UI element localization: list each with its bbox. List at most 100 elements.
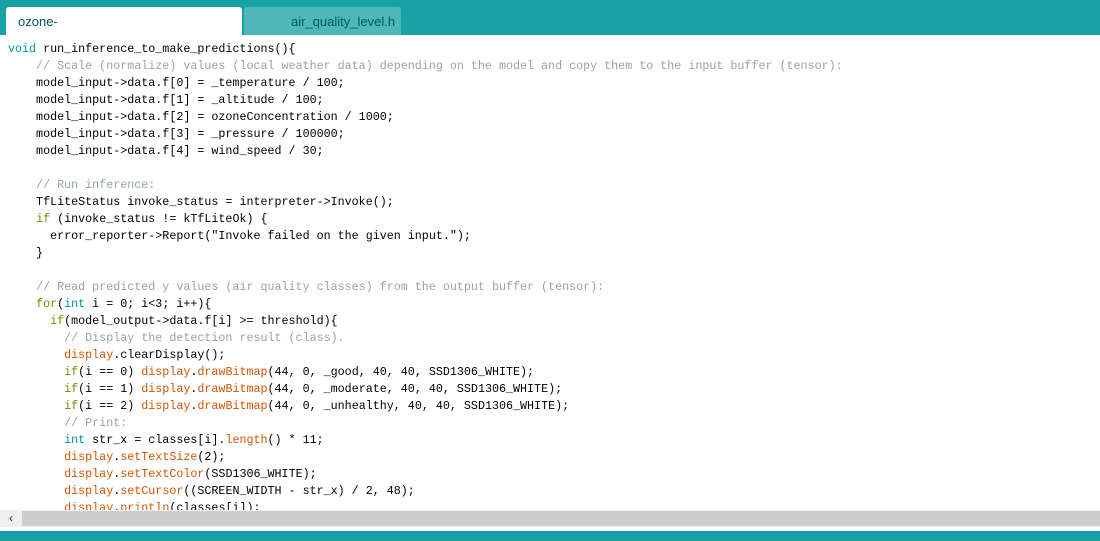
code-line: error_reporter->Report("Invoke failed on… xyxy=(8,228,843,245)
code-token: if xyxy=(50,314,65,328)
code-line: model_input->data.f[3] = _pressure / 100… xyxy=(8,126,843,143)
code-token: setCursor xyxy=(120,484,184,498)
code-token: if xyxy=(36,212,51,226)
code-token: (44, 0, _good, 40, 40, SSD1306_WHITE); xyxy=(267,365,535,379)
code-line: model_input->data.f[4] = wind_speed / 30… xyxy=(8,143,843,160)
code-token: // Scale (normalize) values (local weath… xyxy=(8,59,843,73)
status-bar xyxy=(0,531,1100,541)
code-token: (i == 0) xyxy=(78,365,142,379)
code-token: display xyxy=(141,399,191,413)
code-line: for(int i = 0; i<3; i++){ xyxy=(8,296,843,313)
code-line: model_input->data.f[0] = _temperature / … xyxy=(8,75,843,92)
code-line: display.setCursor((SCREEN_WIDTH - str_x)… xyxy=(8,483,843,500)
code-token: ((SCREEN_WIDTH - str_x) / 2, 48); xyxy=(183,484,415,498)
code-token: println xyxy=(120,501,170,510)
code-token: int xyxy=(64,297,86,311)
code-line: // Read predicted y values (air quality … xyxy=(8,279,843,296)
code-token: TfLiteStatus invoke_status = interpreter… xyxy=(8,195,394,209)
code-token: int xyxy=(64,433,86,447)
code-token: model_input->data.f[3] = _pressure / 100… xyxy=(8,127,345,141)
code-token: // Run inference: xyxy=(8,178,156,192)
code-token: display xyxy=(64,348,114,362)
code-token: (2); xyxy=(197,450,226,464)
code-line: // Display the detection result (class). xyxy=(8,330,843,347)
code-token: display xyxy=(141,365,191,379)
code-token: setTextColor xyxy=(120,467,205,481)
code-token: model_input->data.f[1] = _altitude / 100… xyxy=(8,93,324,107)
code-line: display.clearDisplay(); xyxy=(8,347,843,364)
code-token: display xyxy=(64,484,114,498)
code-token: if xyxy=(64,382,79,396)
code-token: i = 0; i<3; i++){ xyxy=(85,297,212,311)
code-token: (invoke_status != kTfLiteOk) { xyxy=(50,212,268,226)
code-token: drawBitmap xyxy=(197,399,268,413)
code-line: model_input->data.f[1] = _altitude / 100… xyxy=(8,92,843,109)
code-token: display xyxy=(64,501,114,510)
code-token: (44, 0, _moderate, 40, 40, SSD1306_WHITE… xyxy=(267,382,563,396)
code-token: () * 11; xyxy=(267,433,324,447)
horizontal-scrollbar[interactable]: ‹ xyxy=(0,510,1100,527)
tab-ozone-enabled-weather-station-run-model[interactable]: ozone-enabled_weather_station_run_model xyxy=(6,7,242,58)
code-token: model_input->data.f[4] = wind_speed / 30… xyxy=(8,144,324,158)
code-line: if(i == 2) display.drawBitmap(44, 0, _un… xyxy=(8,398,843,415)
code-token: if xyxy=(64,399,79,413)
chevron-left-icon[interactable]: ‹ xyxy=(0,510,22,527)
code-token: // Display the detection result (class). xyxy=(8,331,345,345)
code-line: } xyxy=(8,245,843,262)
code-token: str_x = classes[i]. xyxy=(85,433,226,447)
code-token: (i == 1) xyxy=(78,382,142,396)
code-line: if(i == 1) display.drawBitmap(44, 0, _mo… xyxy=(8,381,843,398)
code-token: model_input->data.f[0] = _temperature / … xyxy=(8,76,345,90)
code-token: setTextSize xyxy=(120,450,198,464)
code-line: // Print: xyxy=(8,415,843,432)
code-token: // Read predicted y values (air quality … xyxy=(8,280,605,294)
code-token: drawBitmap xyxy=(197,365,268,379)
tab-air-quality-level-h[interactable]: air_quality_level.h xyxy=(244,7,401,35)
code-line: display.setTextColor(SSD1306_WHITE); xyxy=(8,466,843,483)
code-token: error_reporter->Report("Invoke failed on… xyxy=(8,229,471,243)
code-line: display.println(classes[i]); xyxy=(8,500,843,510)
tab-bar: ozone-enabled_weather_station_run_model … xyxy=(0,0,1100,58)
code-line: int str_x = classes[i].length() * 11; xyxy=(8,432,843,449)
code-token: } xyxy=(8,246,44,260)
code-token: (i == 2) xyxy=(78,399,142,413)
code-token: void xyxy=(8,42,37,56)
code-line: if(model_output->data.f[i] >= threshold)… xyxy=(8,313,843,330)
code-line: model_input->data.f[2] = ozoneConcentrat… xyxy=(8,109,843,126)
code-line: // Scale (normalize) values (local weath… xyxy=(8,58,843,75)
code-token: display xyxy=(64,450,114,464)
code-editor[interactable]: void run_inference_to_make_predictions()… xyxy=(0,35,1100,510)
code-line: void run_inference_to_make_predictions()… xyxy=(8,41,843,58)
code-token: length xyxy=(225,433,268,447)
code-token: (44, 0, _unhealthy, 40, 40, SSD1306_WHIT… xyxy=(267,399,570,413)
code-token: (classes[i]); xyxy=(169,501,261,510)
code-token: if xyxy=(64,365,79,379)
code-token: for xyxy=(36,297,58,311)
code-line: if(i == 0) display.drawBitmap(44, 0, _go… xyxy=(8,364,843,381)
code-line: if (invoke_status != kTfLiteOk) { xyxy=(8,211,843,228)
code-line: display.setTextSize(2); xyxy=(8,449,843,466)
code-token: drawBitmap xyxy=(197,382,268,396)
scrollbar-thumb[interactable] xyxy=(22,511,1100,526)
code-token: model_input->data.f[2] = ozoneConcentrat… xyxy=(8,110,394,124)
code-token: // Print: xyxy=(8,416,128,430)
code-line: TfLiteStatus invoke_status = interpreter… xyxy=(8,194,843,211)
code-token: run_inference_to_make_predictions(){ xyxy=(36,42,296,56)
code-line: // Run inference: xyxy=(8,177,843,194)
code-content: void run_inference_to_make_predictions()… xyxy=(8,41,843,510)
code-token: (model_output->data.f[i] >= threshold){ xyxy=(64,314,338,328)
